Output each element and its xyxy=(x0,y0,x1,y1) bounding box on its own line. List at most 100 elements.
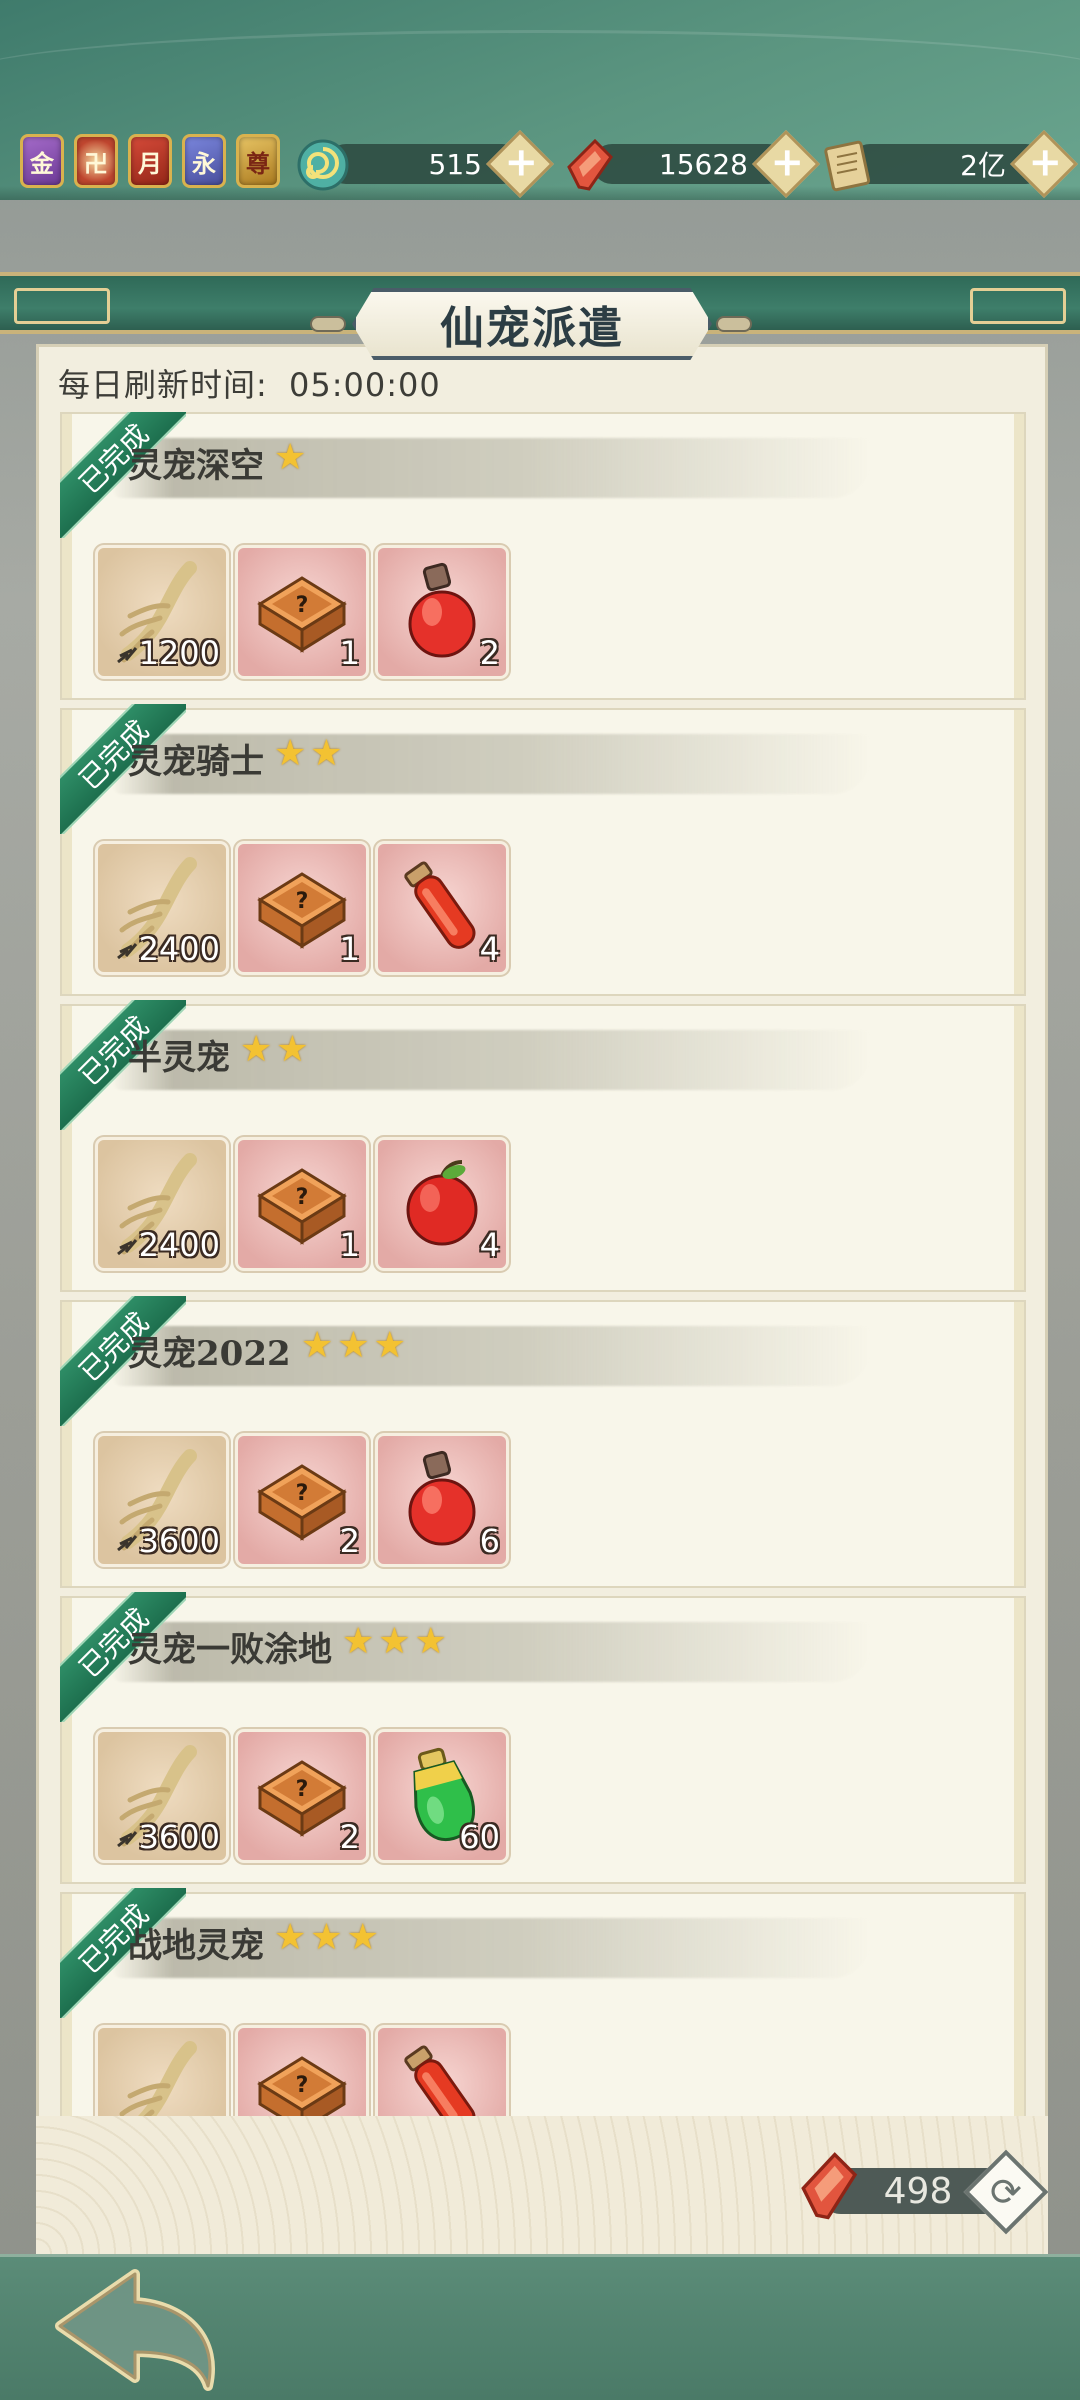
panel-title-plate: 仙宠派遣 xyxy=(352,288,712,360)
star-icon: ★ xyxy=(414,1621,447,1662)
reward-quantity: 1 xyxy=(339,930,360,968)
spiral-token-icon xyxy=(294,136,352,194)
reward-row: 2400? 1 4 xyxy=(98,1140,506,1268)
star-rating: ★ ★ ★ xyxy=(274,1920,379,1956)
reward-quantity: 3600 xyxy=(138,1818,220,1856)
scroll-icon xyxy=(818,136,876,194)
back-arrow-icon xyxy=(55,2269,215,2391)
star-icon: ★ xyxy=(274,1917,307,1958)
star-rating: ★ ★ ★ xyxy=(342,1624,447,1660)
badge-row: 金 卍 月 永 尊 xyxy=(20,134,280,188)
resource-crystal: 15628 + xyxy=(560,130,820,198)
reward-row: 3600? 2 6 xyxy=(98,1436,506,1564)
back-button[interactable] xyxy=(40,2256,240,2400)
reward-quantity: 4 xyxy=(479,1226,500,1264)
svg-text:?: ? xyxy=(296,2073,309,2098)
mission-name: 灵宠一败涂地 xyxy=(128,1630,332,1670)
mission-name: 半灵宠 xyxy=(128,1038,230,1078)
reward-slot[interactable]: 4 xyxy=(378,844,506,972)
mission-card[interactable]: 已完成 灵宠深空 ★ 1200? 1 2 xyxy=(60,412,1026,700)
reward-slot[interactable]: ? 1 xyxy=(238,844,366,972)
reward-slot[interactable]: 4 xyxy=(378,1140,506,1268)
jin-badge[interactable]: 金 xyxy=(20,134,64,188)
reward-quantity: 3600 xyxy=(138,1522,220,1560)
reward-quantity: 2 xyxy=(479,634,500,672)
mission-name: 灵宠2022 xyxy=(128,1334,291,1374)
reward-slot[interactable]: 3600 xyxy=(98,1436,226,1564)
star-rating: ★ xyxy=(274,440,306,476)
refresh-label: 每日刷新时间: xyxy=(58,366,268,404)
emblem-badge[interactable]: 卍 xyxy=(74,134,118,188)
reward-slot[interactable]: 2 xyxy=(378,548,506,676)
reward-row: 3600? 2 60 xyxy=(98,1732,506,1860)
star-icon: ★ xyxy=(337,1325,370,1366)
reward-row: ? xyxy=(98,2028,506,2116)
reward-quantity: 2 xyxy=(339,1522,360,1560)
reward-slot[interactable]: 6 xyxy=(378,1436,506,1564)
reward-quantity: 1 xyxy=(339,1226,360,1264)
reward-slot[interactable] xyxy=(98,2028,226,2116)
red-crystal-icon xyxy=(560,136,618,194)
reward-slot[interactable]: 3600 xyxy=(98,1732,226,1860)
refresh-time-row: 每日刷新时间: 05:00:00 xyxy=(58,360,441,406)
reward-quantity: 6 xyxy=(479,1522,500,1560)
reward-slot[interactable]: ? 1 xyxy=(238,548,366,676)
reward-quantity: 2400 xyxy=(138,1226,220,1264)
svg-text:?: ? xyxy=(296,1777,309,1802)
reward-quantity: 1 xyxy=(339,634,360,672)
reward-slot[interactable]: 2400 xyxy=(98,1140,226,1268)
star-icon: ★ xyxy=(274,437,307,478)
star-icon: ★ xyxy=(310,733,343,774)
mission-name: 灵宠深空 xyxy=(128,446,264,486)
star-rating: ★ ★ xyxy=(274,736,343,772)
mission-card[interactable]: 已完成 灵宠一败涂地 ★ ★ ★ 3600? 2 60 xyxy=(60,1592,1026,1884)
reward-quantity: 2 xyxy=(339,1818,360,1856)
decorative-wave xyxy=(0,30,1080,120)
reward-slot[interactable]: ? 2 xyxy=(238,1732,366,1860)
add-spiral-button[interactable]: + xyxy=(486,130,554,198)
mission-name: 灵宠骑士 xyxy=(128,742,264,782)
reward-slot[interactable]: ? xyxy=(238,2028,366,2116)
star-icon: ★ xyxy=(274,733,307,774)
star-icon: ★ xyxy=(342,1621,375,1662)
star-icon: ★ xyxy=(378,1621,411,1662)
mission-name: 战地灵宠 xyxy=(128,1926,264,1966)
star-icon: ★ xyxy=(346,1917,379,1958)
mission-card[interactable]: 已完成 半灵宠 ★ ★ 2400? 1 4 xyxy=(60,1000,1026,1292)
red-crystal-icon xyxy=(796,2150,860,2226)
yue-badge[interactable]: 月 xyxy=(128,134,172,188)
reward-slot[interactable]: 2400 xyxy=(98,844,226,972)
star-icon: ★ xyxy=(276,1029,309,1070)
page-title: 仙宠派遣 xyxy=(440,303,624,354)
reward-row: 2400 ? 1 4 xyxy=(98,844,506,972)
reward-slot[interactable]: 60 xyxy=(378,1732,506,1860)
add-scroll-button[interactable]: + xyxy=(1010,130,1078,198)
mission-card[interactable]: 已完成 战地灵宠 ★ ★ ★? xyxy=(60,1888,1026,2116)
reward-quantity: 60 xyxy=(459,1818,500,1856)
star-icon: ★ xyxy=(310,1917,343,1958)
svg-text:?: ? xyxy=(296,593,309,618)
mission-card[interactable]: 已完成 灵宠骑士 ★ ★ 2400? 1 4 xyxy=(60,704,1026,996)
reward-quantity: 1200 xyxy=(138,634,220,672)
resource-scroll: 2亿 + xyxy=(818,130,1078,198)
reward-quantity: 4 xyxy=(479,930,500,968)
star-rating: ★ ★ xyxy=(240,1032,309,1068)
reward-slot[interactable]: ? 2 xyxy=(238,1436,366,1564)
reward-quantity: 2400 xyxy=(138,930,220,968)
resource-spiral: 515 + xyxy=(294,130,554,198)
reward-slot[interactable]: ? 1 xyxy=(238,1140,366,1268)
svg-text:?: ? xyxy=(296,1185,309,1210)
star-rating: ★ ★ ★ xyxy=(301,1328,406,1364)
add-crystal-button[interactable]: + xyxy=(752,130,820,198)
mission-card[interactable]: 已完成 灵宠2022 ★ ★ ★ 3600? 2 6 xyxy=(60,1296,1026,1588)
title-ornament-left xyxy=(310,316,346,332)
zun-badge[interactable]: 尊 xyxy=(236,134,280,188)
star-icon: ★ xyxy=(301,1325,334,1366)
yong-badge[interactable]: 永 xyxy=(182,134,226,188)
svg-text:?: ? xyxy=(296,1481,309,1506)
reward-slot[interactable] xyxy=(378,2028,506,2116)
reward-row: 1200? 1 2 xyxy=(98,548,506,676)
reward-slot[interactable]: 1200 xyxy=(98,548,226,676)
star-icon: ★ xyxy=(373,1325,406,1366)
mission-list[interactable]: 已完成 灵宠深空 ★ 1200? 1 2 已完成 灵宠骑士 ★ ★ 2400? 1 4 已完成 半灵宠 ★ ★ 2… xyxy=(60,412,1030,2116)
